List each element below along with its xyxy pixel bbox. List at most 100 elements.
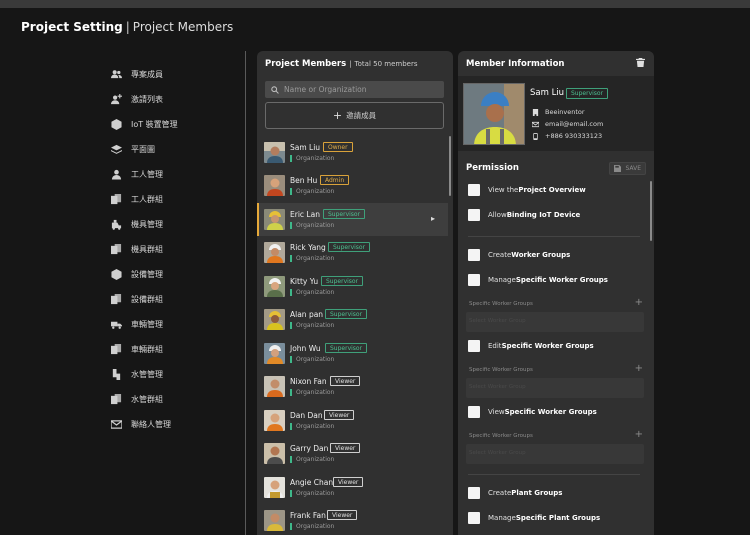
permission-item[interactable]: Manage Specific Worker Groups bbox=[468, 274, 608, 286]
sidebar-item-pipes[interactable]: 水管管理 bbox=[110, 366, 163, 382]
sidebar-item-worker-groups[interactable]: 工人群組 bbox=[110, 191, 163, 207]
divider bbox=[468, 236, 640, 237]
member-card: Sam Liu Supervisor Beeinventor email@ema… bbox=[458, 76, 654, 151]
permission-item[interactable]: Manage Specific Plant Groups bbox=[468, 512, 600, 524]
group-selector: Specific Worker Groups + Select Worker G… bbox=[466, 297, 646, 342]
avatar bbox=[264, 443, 285, 464]
checkbox[interactable] bbox=[468, 487, 480, 499]
permission-item[interactable]: Create Worker Groups bbox=[468, 249, 570, 261]
list-item[interactable]: Eric Lan Supervisor Organization ▸ bbox=[257, 203, 448, 236]
avatar bbox=[264, 175, 285, 196]
avatar bbox=[264, 477, 285, 498]
checkbox[interactable] bbox=[468, 274, 480, 286]
status-badge: Supervisor bbox=[321, 276, 364, 286]
invite-member-button[interactable]: + 邀請成員 bbox=[265, 102, 444, 129]
divider bbox=[468, 474, 640, 475]
phone-icon bbox=[533, 132, 538, 140]
sidebar-item-equipment-groups[interactable]: 設備群組 bbox=[110, 291, 163, 307]
cube-icon bbox=[110, 118, 122, 130]
sidebar-divider bbox=[245, 51, 246, 535]
member-list-scrollbar[interactable] bbox=[449, 136, 451, 196]
group-selector: Specific Worker Groups + Select Worker G… bbox=[466, 429, 646, 474]
member-email: email@email.com bbox=[532, 120, 603, 128]
list-item[interactable]: Sam Liu Owner Organization bbox=[257, 136, 448, 169]
plus-icon[interactable]: + bbox=[635, 363, 643, 374]
list-item[interactable]: Garry Dan Viewer Organization bbox=[257, 437, 448, 470]
list-item[interactable]: Nixon Fan Viewer Organization bbox=[257, 370, 448, 403]
plus-icon[interactable]: + bbox=[635, 429, 643, 440]
avatar bbox=[264, 376, 285, 397]
status-badge: Viewer bbox=[330, 376, 361, 386]
copy-icon bbox=[110, 343, 122, 355]
group-select-input[interactable]: Select Worker Group bbox=[466, 444, 644, 464]
member-search bbox=[265, 81, 444, 98]
permission-item[interactable]: View the Project Overview bbox=[468, 184, 586, 196]
list-item[interactable]: Rick Yang Supervisor Organization bbox=[257, 236, 448, 269]
avatar bbox=[264, 142, 285, 163]
pipe-icon bbox=[110, 368, 122, 380]
status-badge: Supervisor bbox=[325, 343, 368, 353]
sidebar-item-iot[interactable]: IoT 裝置管理 bbox=[110, 116, 178, 132]
member-org: Organization bbox=[290, 423, 334, 430]
member-name: Sam Liu bbox=[530, 88, 565, 98]
save-button[interactable]: SAVE bbox=[609, 161, 646, 175]
member-phone: +886 930333123 bbox=[532, 132, 602, 140]
group-selector: Specific Worker Groups + Select Worker G… bbox=[466, 363, 646, 408]
truck-icon bbox=[110, 318, 122, 330]
sidebar-item-machine-groups[interactable]: 機具群組 bbox=[110, 241, 163, 257]
status-badge: Viewer bbox=[333, 477, 364, 487]
status-badge: Viewer bbox=[324, 410, 355, 420]
member-org: Organization bbox=[290, 222, 334, 229]
sidebar-item-vehicle-groups[interactable]: 車輛群組 bbox=[110, 341, 163, 357]
sidebar-item-workers[interactable]: 工人管理 bbox=[110, 166, 163, 182]
permission-item[interactable]: Create Plant Groups bbox=[468, 487, 562, 499]
list-item[interactable]: Angie Chan Viewer Organization bbox=[257, 471, 448, 504]
group-select-input[interactable]: Select Worker Group bbox=[466, 312, 644, 332]
sidebar-item-members[interactable]: 專案成員 bbox=[110, 66, 163, 82]
page-title-main: Project Setting bbox=[21, 20, 123, 34]
list-item[interactable]: Dan Dan Viewer Organization bbox=[257, 404, 448, 437]
page-title: Project Setting | Project Members bbox=[21, 20, 234, 34]
search-input[interactable] bbox=[284, 85, 434, 94]
top-bar bbox=[0, 0, 750, 8]
member-org: Organization bbox=[290, 255, 334, 262]
person-icon bbox=[110, 168, 122, 180]
avatar bbox=[264, 309, 285, 330]
checkbox[interactable] bbox=[468, 340, 480, 352]
permission-item[interactable]: Allow Binding IoT Device bbox=[468, 209, 580, 221]
sidebar-item-contacts[interactable]: 聯絡人管理 bbox=[110, 416, 171, 432]
checkbox[interactable] bbox=[468, 184, 480, 196]
machine-icon bbox=[110, 218, 122, 230]
list-item[interactable]: Alan pan Supervisor Organization bbox=[257, 303, 448, 336]
group-select-input[interactable]: Select Worker Group bbox=[466, 378, 644, 398]
avatar bbox=[264, 242, 285, 263]
list-item[interactable]: Kitty Yu Supervisor Organization bbox=[257, 270, 448, 303]
sidebar-item-machines[interactable]: 機具管理 bbox=[110, 216, 163, 232]
status-badge: Viewer bbox=[327, 510, 358, 520]
person-add-icon bbox=[110, 93, 122, 105]
sidebar-item-equipment[interactable]: 設備管理 bbox=[110, 266, 163, 282]
permission-item[interactable]: Edit Specific Worker Groups bbox=[468, 340, 594, 352]
status-badge: Admin bbox=[320, 175, 350, 185]
plus-icon[interactable]: + bbox=[635, 297, 643, 308]
trash-icon[interactable] bbox=[636, 57, 645, 70]
checkbox[interactable] bbox=[468, 249, 480, 261]
sidebar-item-vehicles[interactable]: 車輛管理 bbox=[110, 316, 163, 332]
checkbox[interactable] bbox=[468, 406, 480, 418]
sidebar-item-pipe-groups[interactable]: 水管群組 bbox=[110, 391, 163, 407]
checkbox[interactable] bbox=[468, 512, 480, 524]
member-photo bbox=[463, 83, 525, 145]
save-icon bbox=[614, 164, 622, 172]
checkbox[interactable] bbox=[468, 209, 480, 221]
member-org: Organization bbox=[290, 322, 334, 329]
sidebar-item-invites[interactable]: 激請列表 bbox=[110, 91, 163, 107]
status-badge: Viewer bbox=[330, 443, 361, 453]
status-badge: Supervisor bbox=[323, 209, 366, 219]
permission-item[interactable]: View Specific Worker Groups bbox=[468, 406, 597, 418]
member-org: Organization bbox=[290, 356, 334, 363]
list-item[interactable]: Frank Fan Viewer Organization bbox=[257, 504, 448, 535]
list-item[interactable]: Ben Hu Admin Organization bbox=[257, 169, 448, 202]
list-item[interactable]: John Wu Supervisor Organization bbox=[257, 337, 448, 370]
sidebar-item-floorplan[interactable]: 平面圖 bbox=[110, 141, 155, 157]
permission-scrollbar[interactable] bbox=[650, 181, 652, 241]
